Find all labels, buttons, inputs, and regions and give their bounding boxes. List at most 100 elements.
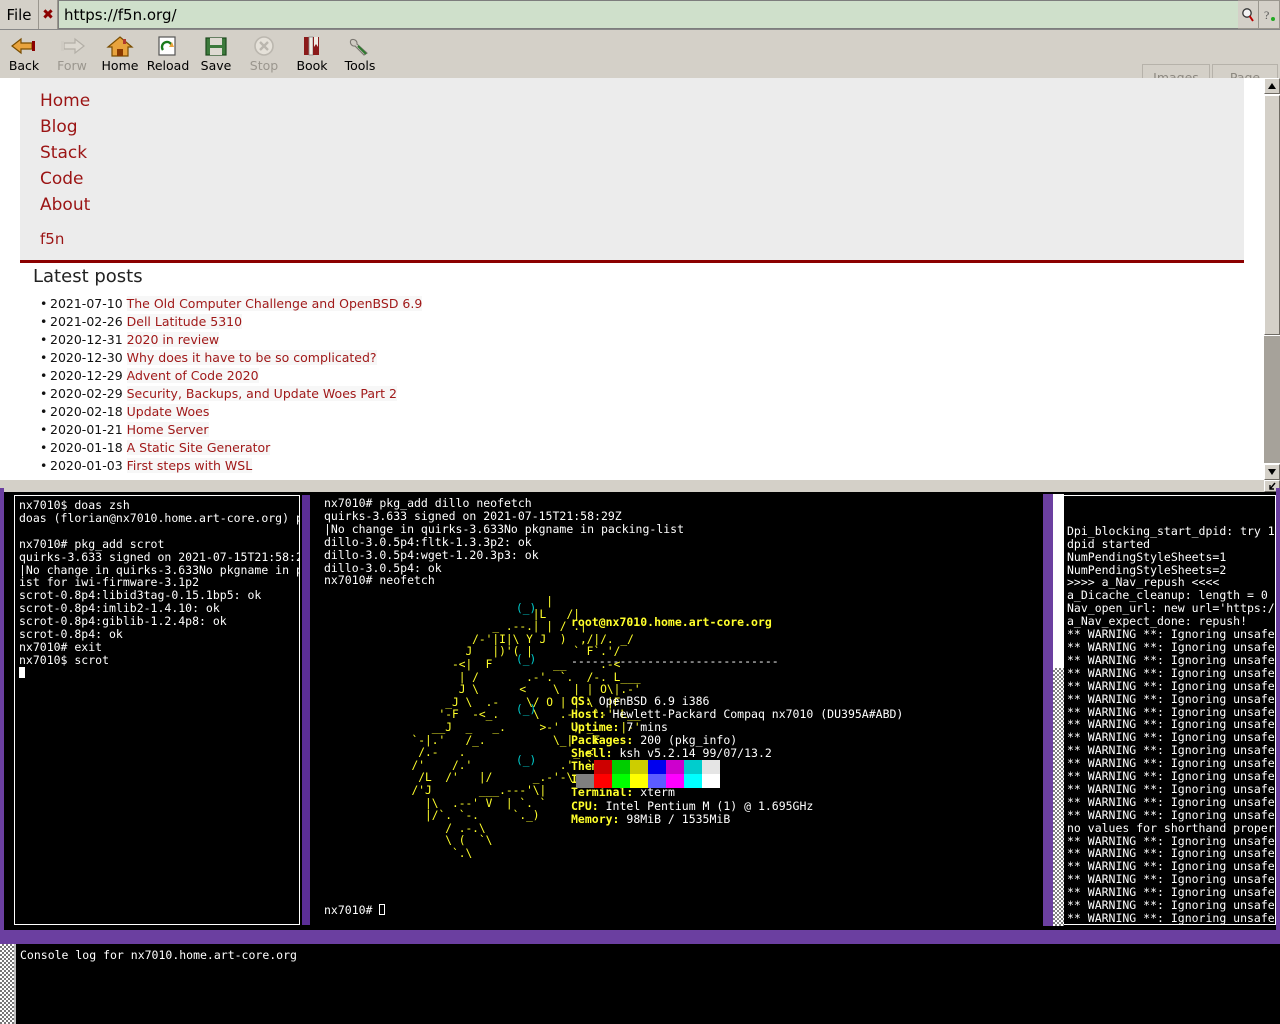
palette-swatch-bright [594,774,612,788]
post-date: 2020-01-18 [50,440,127,455]
post-title-link[interactable]: First steps with WSL [127,458,253,473]
post-title-link[interactable]: Why does it have to be so complicated? [127,350,377,365]
post-title-link[interactable]: Dell Latitude 5310 [127,314,242,329]
sidebar-item-about[interactable]: About [20,192,1244,218]
post-date: 2020-12-31 [50,332,127,347]
url-input[interactable]: https://f5n.org/ [58,0,1238,29]
terminal-left[interactable]: nx7010$ doas zsh doas (florian@nx7010.ho… [14,495,300,925]
list-item[interactable]: 2020-12-31 2020 in review [0,331,1264,349]
list-item[interactable]: 2020-02-29 Security, Backups, and Update… [0,385,1264,403]
terminal-right-line: NumPendingStyleSheets=1 [1067,551,1275,564]
post-title-link[interactable]: Security, Backups, and Update Woes Part … [127,386,397,401]
palette-swatch-dark [666,760,684,774]
forward-button[interactable]: Forw [48,31,96,77]
palette-swatch-dark [648,760,666,774]
list-item[interactable]: 2020-01-03 First steps with WSL [0,457,1264,475]
search-icon[interactable] [1238,0,1259,29]
terminal-right-scroll-trough[interactable] [1053,668,1064,926]
neofetch-field-value: ksh v5.2.14 99/07/13.2 [619,746,771,760]
post-title-link[interactable]: Advent of Code 2020 [127,368,259,383]
site-brand-link[interactable]: f5n [20,226,1244,252]
neofetch-field-value: 98MiB / 1535MiB [626,812,730,826]
list-item[interactable]: 2021-02-26 Dell Latitude 5310 [0,313,1264,331]
stop-button[interactable]: Stop [240,31,288,77]
list-item[interactable]: 2020-12-29 Advent of Code 2020 [0,367,1264,385]
tools-button[interactable]: Tools [336,31,384,77]
neofetch-field-key: Shell: [571,746,619,760]
terminal-right-line: ** WARNING **: Ignoring unsafe aut [1067,770,1275,783]
forward-arrow-icon [58,33,86,59]
neofetch-field: Memory: 98MiB / 1535MiB [571,813,903,826]
stop-icon [252,33,276,59]
post-title-link[interactable]: The Old Computer Challenge and OpenBSD 6… [127,296,423,311]
purple-divider-bar [0,930,1280,944]
palette-swatch-dark [612,760,630,774]
stop-label: Stop [250,60,278,72]
post-title-link[interactable]: 2020 in review [127,332,220,347]
terminal-right-line: ** WARNING **: Ignoring unsafe aut [1067,693,1275,706]
terminal-right-line: ** WARNING **: Ignoring unsafe aut [1067,912,1275,925]
palette-swatch-bright [576,774,594,788]
neofetch-field-value: 200 (pkg_info) [640,733,737,747]
scroll-down-arrow-icon[interactable] [1264,464,1280,480]
terminal-right-line: ** WARNING **: Ignoring unsafe aut [1067,654,1275,667]
bookmark-icon [299,33,325,59]
terminal-middle-scrollbar[interactable] [1043,494,1053,926]
browser-bottom-strip [0,480,1264,492]
console-log-panel[interactable]: Console log for nx7010.home.art-core.org [0,944,1280,1024]
scrollbar-trough[interactable] [1264,336,1280,463]
sidebar-item-home[interactable]: Home [20,88,1244,114]
page-viewport: Home Blog Stack Code About f5n Latest po… [0,78,1264,480]
post-title-link[interactable]: A Static Site Generator [127,440,271,455]
list-item[interactable]: 2020-01-18 A Static Site Generator [0,439,1264,457]
terminal-right-scrollbar[interactable] [1053,494,1064,926]
ascii-bubbles-icon: (_) (_) (_) (_) [516,596,536,773]
list-item[interactable]: 2021-07-10 The Old Computer Challenge an… [0,295,1264,313]
neofetch-output: root@nx7010.home.art-core.org ----------… [571,590,903,839]
clear-url-icon[interactable]: ✖ [39,0,58,29]
forward-label: Forw [57,60,87,72]
sidebar-item-stack[interactable]: Stack [20,140,1244,166]
sidebar-item-code[interactable]: Code [20,166,1244,192]
help-icon[interactable]: ? [1259,0,1280,29]
console-scrollbar[interactable] [0,944,16,1024]
save-button[interactable]: Save [192,31,240,77]
terminal-left-scroll-thumb[interactable] [301,495,310,925]
neofetch-field-key: Host: [571,707,613,721]
back-arrow-icon [10,33,38,59]
reload-button[interactable]: Reload [144,31,192,77]
page-scrollbar[interactable] [1264,78,1280,480]
neofetch-field-key: Packages: [571,733,640,747]
palette-swatch-bright [648,774,666,788]
post-date: 2020-12-29 [50,368,127,383]
palette-swatch-bright [666,774,684,788]
post-title-link[interactable]: Update Woes [127,404,210,419]
terminal-left-scrollbar[interactable] [301,495,310,925]
home-button[interactable]: Home [96,31,144,77]
site-nav: Home Blog Stack Code About f5n [20,78,1244,263]
post-title-link[interactable]: Home Server [127,422,209,437]
console-log-text: Console log for nx7010.home.art-core.org [20,948,297,962]
page-title: Latest posts [33,266,1264,287]
list-item[interactable]: 2020-01-21 Home Server [0,421,1264,439]
tools-label: Tools [345,60,376,72]
back-button[interactable]: Back [0,31,48,77]
bookmarks-button[interactable]: Book [288,31,336,77]
terminal-right-line: ** WARNING **: Ignoring unsafe aut [1067,783,1275,796]
post-date: 2020-01-21 [50,422,127,437]
palette-swatch-dark [702,760,720,774]
terminal-right-line: dpid started [1067,538,1275,551]
list-item[interactable]: 2020-02-18 Update Woes [0,403,1264,421]
svg-text:?: ? [1264,8,1269,22]
neofetch-title: root@nx7010.home.art-core.org [571,616,903,629]
floppy-disk-icon [203,33,229,59]
home-label: Home [102,60,139,72]
sidebar-item-blog[interactable]: Blog [20,114,1244,140]
scroll-up-arrow-icon[interactable] [1264,78,1280,94]
reload-label: Reload [147,60,190,72]
terminal-right[interactable]: Dpi_blocking_start_dpid: try 1dpid start… [1064,495,1276,925]
desktop-edge-left [0,488,4,932]
file-menu-button[interactable]: File [0,0,39,29]
list-item[interactable]: 2020-12-30 Why does it have to be so com… [0,349,1264,367]
scrollbar-thumb[interactable] [1264,95,1280,335]
